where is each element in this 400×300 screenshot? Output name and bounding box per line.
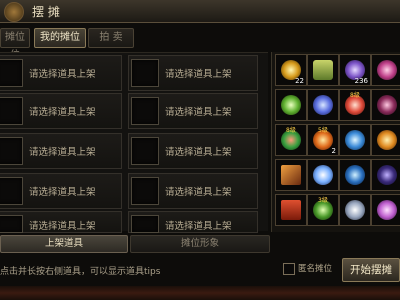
- tab-stall-list[interactable]: 摊位位: [0, 28, 30, 61]
- orange-burst-icon: [377, 130, 397, 150]
- dark-crystal-icon: [377, 165, 397, 185]
- list-item-button[interactable]: 上架道具: [0, 235, 128, 253]
- title-bar: 摆 摊: [0, 0, 400, 23]
- inventory-cell[interactable]: [275, 159, 307, 191]
- listing-slots-panel: 请选择道具上架 请选择道具上架 请选择道具上架 请选择道具上架 请选择道具上架 …: [0, 52, 268, 233]
- inventory-cell[interactable]: [339, 159, 371, 191]
- listing-slot[interactable]: 请选择道具上架: [128, 173, 258, 209]
- listing-slot[interactable]: 请选择道具上架: [128, 211, 258, 233]
- red-scroll-icon: [281, 200, 301, 220]
- inventory-grid: 22 236 8级 8级 5级 2 3级: [271, 52, 400, 232]
- inventory-cell[interactable]: [339, 124, 371, 156]
- item-level: 5级: [318, 127, 328, 134]
- inventory-cell[interactable]: 236: [339, 54, 371, 86]
- stall-appearance-button[interactable]: 摊位形象: [130, 235, 270, 253]
- slot-placeholder: 请选择道具上架: [29, 107, 96, 118]
- item-count: 236: [354, 77, 368, 85]
- listing-slot[interactable]: 请选择道具上架: [0, 55, 122, 91]
- inventory-cell[interactable]: [307, 159, 339, 191]
- inventory-cell[interactable]: [339, 194, 371, 226]
- inventory-cell[interactable]: 22: [275, 54, 307, 86]
- slot-item-box: [131, 137, 159, 165]
- tab-my-stall[interactable]: 我的摊位: [34, 28, 86, 48]
- listing-slot[interactable]: 请选择道具上架: [0, 133, 122, 169]
- tab-bar: 摊位位 我的摊位 拍 卖: [0, 28, 300, 61]
- blue-swirl-icon: [345, 130, 365, 150]
- inventory-cell[interactable]: 3级: [307, 194, 339, 226]
- inventory-cell[interactable]: [371, 124, 400, 156]
- listing-slot[interactable]: 请选择道具上架: [0, 211, 122, 233]
- slot-placeholder: 请选择道具上架: [165, 107, 232, 118]
- blue-crystal-icon: [313, 95, 333, 115]
- inventory-cell[interactable]: [371, 89, 400, 121]
- pink-spiral-icon: [377, 200, 397, 220]
- inventory-cell[interactable]: 8级: [339, 89, 371, 121]
- slot-item-box: [131, 97, 159, 125]
- anonymous-label: 匿名摊位: [298, 264, 333, 274]
- inventory-cell[interactable]: [371, 159, 400, 191]
- slot-placeholder: 请选择道具上架: [165, 147, 232, 158]
- green-scroll-icon: [313, 60, 333, 80]
- dark-blossom-icon: [377, 95, 397, 115]
- inventory-cell[interactable]: [307, 89, 339, 121]
- inventory-cell[interactable]: [307, 54, 339, 86]
- orange-key-icon: [281, 165, 301, 185]
- slot-item-box: [0, 59, 23, 87]
- pink-gem-icon: [377, 60, 397, 80]
- slot-item-box: [0, 137, 23, 165]
- inventory-cell[interactable]: [275, 194, 307, 226]
- inventory-cell[interactable]: 8级: [275, 124, 307, 156]
- item-level: 3级: [318, 197, 328, 204]
- item-count: 22: [295, 77, 304, 85]
- slot-placeholder: 请选择道具上架: [29, 147, 96, 158]
- window-title: 摆 摊: [32, 5, 60, 19]
- listing-slot[interactable]: 请选择道具上架: [0, 93, 122, 129]
- stall-window: 摆 摊 摊位位 我的摊位 拍 卖 请选择道具上架 请选择道具上架 请选择道具上架…: [0, 0, 400, 300]
- slot-placeholder: 请选择道具上架: [29, 187, 96, 198]
- inventory-cell[interactable]: [371, 54, 400, 86]
- slot-item-box: [0, 215, 23, 233]
- inventory-cell[interactable]: [275, 89, 307, 121]
- item-level: 8级: [286, 127, 296, 134]
- blue-orb-icon: [345, 165, 365, 185]
- listing-slot[interactable]: 请选择道具上架: [128, 55, 258, 91]
- bottom-decor: [0, 286, 400, 300]
- inventory-cell[interactable]: 5级 2: [307, 124, 339, 156]
- inventory-cell[interactable]: [371, 194, 400, 226]
- listing-slot[interactable]: 请选择道具上架: [128, 93, 258, 129]
- hint-text: 点击并长按右侧道具，可以显示道具tips: [0, 267, 161, 277]
- anonymous-checkbox[interactable]: [283, 263, 295, 275]
- green-orb-icon: [281, 95, 301, 115]
- slot-item-box: [131, 177, 159, 205]
- stall-emblem-icon: [4, 2, 24, 22]
- listing-slot[interactable]: 请选择道具上架: [0, 173, 122, 209]
- slot-placeholder: 请选择道具上架: [29, 69, 96, 80]
- silver-orb-icon: [345, 200, 365, 220]
- listing-slot[interactable]: 请选择道具上架: [128, 133, 258, 169]
- slot-placeholder: 请选择道具上架: [29, 221, 96, 232]
- slot-placeholder: 请选择道具上架: [165, 69, 232, 80]
- tab-auction[interactable]: 拍 卖: [88, 28, 134, 48]
- start-stall-button[interactable]: 开始摆摊: [342, 258, 400, 282]
- slot-item-box: [131, 215, 159, 233]
- slot-item-box: [0, 97, 23, 125]
- slot-placeholder: 请选择道具上架: [165, 221, 232, 232]
- slot-placeholder: 请选择道具上架: [165, 187, 232, 198]
- slot-item-box: [0, 177, 23, 205]
- slot-item-box: [131, 59, 159, 87]
- blue-ring-icon: [313, 165, 333, 185]
- item-level: 8级: [350, 92, 360, 99]
- item-count: 2: [331, 147, 336, 155]
